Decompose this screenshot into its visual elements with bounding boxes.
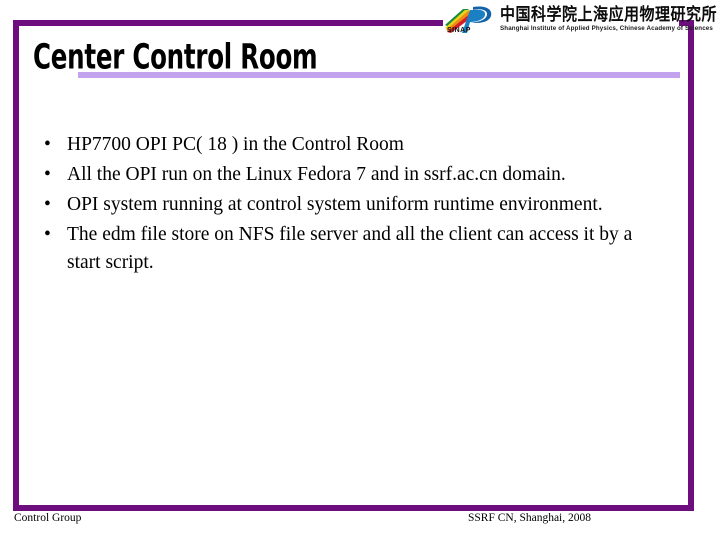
footer-left-text: Control Group <box>14 512 82 524</box>
bullet-text: All the OPI run on the Linux Fedora 7 an… <box>67 164 566 185</box>
slide-frame-left-border <box>13 20 19 511</box>
bullet-text: OPI system running at control system uni… <box>67 194 603 215</box>
bullet-item: • OPI system running at control system u… <box>36 191 656 219</box>
bullet-text: The edm file store on NFS file server an… <box>67 224 633 273</box>
bullet-marker-icon: • <box>44 194 51 215</box>
footer-right-text: SSRF CN, Shanghai, 2008 <box>468 512 592 524</box>
logo-chinese-name: 中国科学院上海应用物理研究所 <box>500 4 718 25</box>
slide-frame-bottom-border <box>13 505 694 511</box>
bullet-item: • HP7700 OPI PC( 18 ) in the Control Roo… <box>36 131 656 159</box>
slide-frame-right-border <box>688 20 694 511</box>
bullet-marker-icon: • <box>44 134 51 155</box>
bullet-item: • All the OPI run on the Linux Fedora 7 … <box>36 161 656 189</box>
logo-acronym: SINAP <box>447 27 471 34</box>
bullet-item: • The edm file store on NFS file server … <box>36 221 656 277</box>
slide-frame-top-border <box>13 20 443 26</box>
sinap-logo: SINAP 中国科学院上海应用物理研究所 Shanghai Institute … <box>443 2 717 38</box>
logo-english-name: Shanghai Institute of Applied Physics, C… <box>500 25 713 32</box>
slide-bullet-list: • HP7700 OPI PC( 18 ) in the Control Roo… <box>36 131 656 279</box>
bullet-marker-icon: • <box>44 164 51 185</box>
title-underline-accent-bar <box>78 72 680 78</box>
bullet-marker-icon: • <box>44 224 51 245</box>
bullet-text: HP7700 OPI PC( 18 ) in the Control Room <box>67 134 404 155</box>
